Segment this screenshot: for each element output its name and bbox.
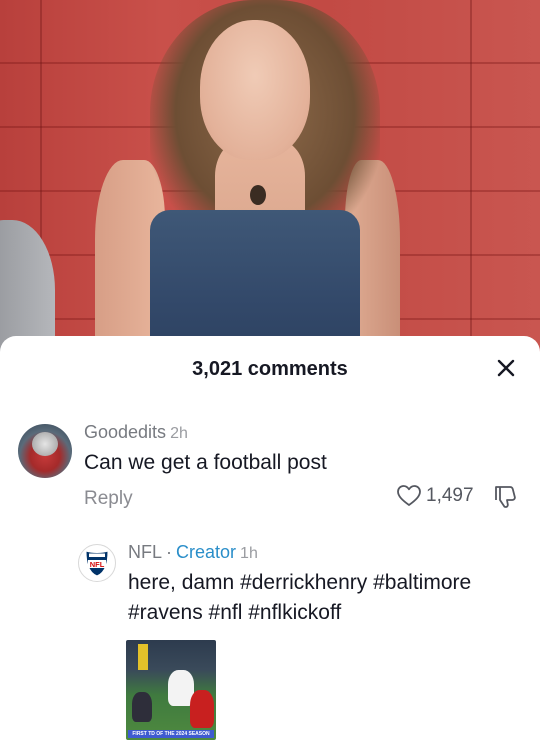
thumbnail-caption: FIRST TD OF THE 2024 SEASON [128, 730, 214, 738]
reply-time: 1h [240, 545, 258, 562]
creator-badge: Creator [176, 542, 237, 562]
reply-text: here, damn #derrickhenry #baltimore #rav… [128, 571, 472, 624]
comment-username-row: Goodedits 2h [84, 422, 188, 443]
reply-button[interactable]: Reply [84, 488, 133, 510]
reply-username[interactable]: NFL [128, 542, 162, 562]
nfl-shield-icon: NFL [85, 550, 109, 577]
nfl-logo-text: NFL [90, 560, 105, 569]
comment-time: 2h [170, 425, 188, 442]
comments-sheet: 3,021 comments Goodedits 2h Can we get a … [0, 336, 540, 740]
close-button[interactable] [492, 354, 520, 382]
reply-username-row: NFL · Creator 1h [128, 542, 258, 563]
comments-count-title: 3,021 comments [192, 358, 348, 380]
separator-dot: · [166, 542, 173, 562]
wall-seam [470, 0, 472, 360]
thumbnail-player [132, 692, 152, 722]
like-button[interactable]: 1,497 [396, 484, 474, 508]
close-icon [497, 359, 515, 377]
like-count: 1,497 [426, 485, 474, 506]
comment-username[interactable]: Goodedits [84, 422, 166, 442]
avatar-helmet [32, 432, 58, 456]
person-face [200, 20, 310, 160]
thumbs-down-icon [495, 486, 516, 508]
avatar[interactable] [18, 424, 72, 478]
dislike-button[interactable] [492, 484, 518, 515]
person-necklace [250, 185, 266, 205]
reply-video-thumbnail[interactable]: FIRST TD OF THE 2024 SEASON [126, 640, 216, 740]
heart-icon [397, 485, 421, 506]
comment-text: Can we get a football post [84, 451, 327, 474]
nfl-avatar[interactable]: NFL [78, 544, 116, 582]
thumbnail-player [190, 690, 214, 728]
thumbnail-goalpost [138, 644, 148, 670]
video-background[interactable] [0, 0, 540, 360]
